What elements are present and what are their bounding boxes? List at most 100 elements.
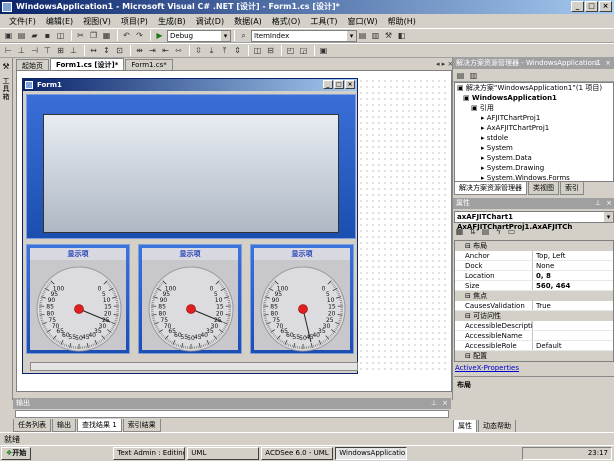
solution-explorer-icon[interactable]: ▤ <box>357 30 368 41</box>
property-pages-icon[interactable]: ▭ <box>506 226 517 237</box>
pin-icon[interactable]: ⊥ <box>431 398 437 409</box>
server-explorer-icon[interactable]: ⚒ <box>0 62 12 71</box>
property-row[interactable]: Location 0, 8 <box>455 271 613 281</box>
property-value[interactable]: Default <box>533 341 613 350</box>
gauge-panel[interactable]: 显示项 051015202530354045505560657075808590… <box>138 244 242 354</box>
save-icon[interactable]: ▪ <box>42 30 53 41</box>
property-value[interactable]: 0, 8 <box>533 271 613 280</box>
alphabetical-icon[interactable]: ⇅ <box>467 226 478 237</box>
tree-node[interactable]: ▣ WindowsApplication1 <box>455 93 613 103</box>
add-item-icon[interactable]: ▤ <box>16 30 27 41</box>
gauge-panel[interactable]: 显示项 051015202530354045505560657075808590… <box>250 244 354 354</box>
find-combo[interactable]: ItemIndex <box>251 29 357 42</box>
decrease-vspacing-icon[interactable]: ⤒ <box>219 45 230 56</box>
tab-index[interactable]: 索引 <box>560 182 584 195</box>
cut-icon[interactable]: ✂ <box>75 30 86 41</box>
menu-item[interactable]: 帮助(H) <box>383 16 421 27</box>
close-icon[interactable]: × <box>606 198 612 209</box>
minimize-button[interactable]: _ <box>571 1 584 12</box>
new-project-icon[interactable]: ▣ <box>3 30 14 41</box>
property-value[interactable]: True <box>533 301 613 310</box>
form-minimize-button[interactable]: _ <box>323 80 333 89</box>
tab-output[interactable]: 输出 <box>52 419 76 432</box>
tab-class-view[interactable]: 类视图 <box>528 182 559 195</box>
align-lefts-icon[interactable]: ⊢ <box>3 45 14 56</box>
output-textbox[interactable] <box>15 410 449 418</box>
toolbox-tab[interactable]: 工具箱 <box>0 77 12 101</box>
form-close-button[interactable]: × <box>345 80 355 89</box>
categorized-icon[interactable]: ▦ <box>454 226 465 237</box>
property-value[interactable] <box>533 331 613 340</box>
lock-controls-icon[interactable]: ▣ <box>318 45 329 56</box>
reference-item[interactable]: ▸ System.Data <box>455 153 613 163</box>
redo-icon[interactable]: ↷ <box>134 30 145 41</box>
property-row[interactable]: Size 560, 464 <box>455 281 613 291</box>
open-icon[interactable]: ▰ <box>29 30 40 41</box>
properties-view-icon[interactable]: ▤ <box>480 226 491 237</box>
gauge-panel[interactable]: 显示项 051015202530354045505560657075808590… <box>26 244 130 354</box>
center-horizontally-icon[interactable]: ◫ <box>252 45 263 56</box>
taskbar-item[interactable]: UML <box>187 447 260 460</box>
property-category[interactable]: ⊟ 焦点 <box>455 291 613 301</box>
taskbar-item[interactable]: WindowsApplicatio... <box>335 447 408 460</box>
menu-item[interactable]: 格式(O) <box>267 16 306 27</box>
align-centers-icon[interactable]: ⊥ <box>16 45 27 56</box>
events-icon[interactable]: ϟ <box>493 226 504 237</box>
toolbox-icon[interactable]: ⚒ <box>383 30 394 41</box>
tab-form1-code[interactable]: Form1.cs* <box>125 59 173 70</box>
decrease-hspacing-icon[interactable]: ⇤ <box>160 45 171 56</box>
solution-config-select[interactable]: Debug <box>167 29 231 42</box>
save-all-icon[interactable]: ◫ <box>55 30 66 41</box>
make-same-width-icon[interactable]: ↔ <box>88 45 99 56</box>
property-row[interactable]: AccessibleName <box>455 331 613 341</box>
property-value[interactable]: Top, Left <box>533 251 613 260</box>
menu-item[interactable]: 项目(P) <box>116 16 153 27</box>
menu-item[interactable]: 编辑(E) <box>41 16 78 27</box>
property-category[interactable]: ⊟ 布局 <box>455 241 613 251</box>
menu-item[interactable]: 文件(F) <box>4 16 41 27</box>
menu-item[interactable]: 窗口(W) <box>342 16 382 27</box>
tab-solution-explorer[interactable]: 解决方案资源管理器 <box>454 182 527 195</box>
align-tops-icon[interactable]: ⊤ <box>42 45 53 56</box>
center-vertically-icon[interactable]: ⊟ <box>265 45 276 56</box>
close-icon[interactable]: × <box>442 398 448 409</box>
property-value[interactable]: None <box>533 261 613 270</box>
copy-icon[interactable]: ❐ <box>88 30 99 41</box>
property-row[interactable]: Anchor Top, Left <box>455 251 613 261</box>
properties-icon[interactable]: ▥ <box>370 30 381 41</box>
reference-item[interactable]: ▸ stdole <box>455 133 613 143</box>
property-row[interactable]: AccessibleDescription <box>455 321 613 331</box>
pin-icon[interactable]: ⊥ <box>595 198 601 209</box>
activex-properties-link[interactable]: ActiveX-Properties <box>455 364 519 372</box>
align-rights-icon[interactable]: ⊣ <box>29 45 40 56</box>
make-same-size-icon[interactable]: ⊡ <box>114 45 125 56</box>
send-to-back-icon[interactable]: ◲ <box>298 45 309 56</box>
reference-item[interactable]: ▸ AxAFJITChartProj1 <box>455 123 613 133</box>
property-grid[interactable]: ⊟ 布局 Anchor Top, Left Dock None Location 0, 8S… <box>454 240 614 362</box>
menu-item[interactable]: 视图(V) <box>78 16 116 27</box>
bring-to-front-icon[interactable]: ◰ <box>285 45 296 56</box>
tab-index-results[interactable]: 索引结果 <box>122 419 161 432</box>
chart-plot-area[interactable] <box>43 114 339 233</box>
solution-tree[interactable]: ▣ 解决方案“WindowsApplication1”(1 项目) ▣ Windo… <box>454 82 614 182</box>
tab-find-results[interactable]: 查找结果 1 <box>77 419 122 432</box>
remove-hspacing-icon[interactable]: ⇿ <box>173 45 184 56</box>
property-value[interactable]: 560, 464 <box>533 281 613 290</box>
form-maximize-button[interactable]: □ <box>334 80 344 89</box>
pin-icon[interactable]: ⊥ <box>594 58 600 69</box>
make-same-height-icon[interactable]: ↕ <box>101 45 112 56</box>
tab-nav-icons[interactable]: ◂ ▸ × <box>436 60 453 68</box>
start-debug-icon[interactable]: ▶ <box>154 30 165 41</box>
tab-task-list[interactable]: 任务列表 <box>13 419 51 432</box>
reference-item[interactable]: ▣ 引用 <box>455 103 613 113</box>
property-value[interactable] <box>533 321 613 330</box>
property-row[interactable]: AccessibleRole Default <box>455 341 613 351</box>
close-button[interactable]: × <box>599 1 612 12</box>
increase-vspacing-icon[interactable]: ⤓ <box>206 45 217 56</box>
tree-node[interactable]: ▣ 解决方案“WindowsApplication1”(1 项目) <box>455 83 613 93</box>
reference-item[interactable]: ▸ System.Drawing <box>455 163 613 173</box>
start-button[interactable]: ❖开始 <box>1 447 32 460</box>
paste-icon[interactable]: ▦ <box>101 30 112 41</box>
tab-start-page[interactable]: 起始页 <box>16 59 49 70</box>
maximize-button[interactable]: □ <box>585 1 598 12</box>
